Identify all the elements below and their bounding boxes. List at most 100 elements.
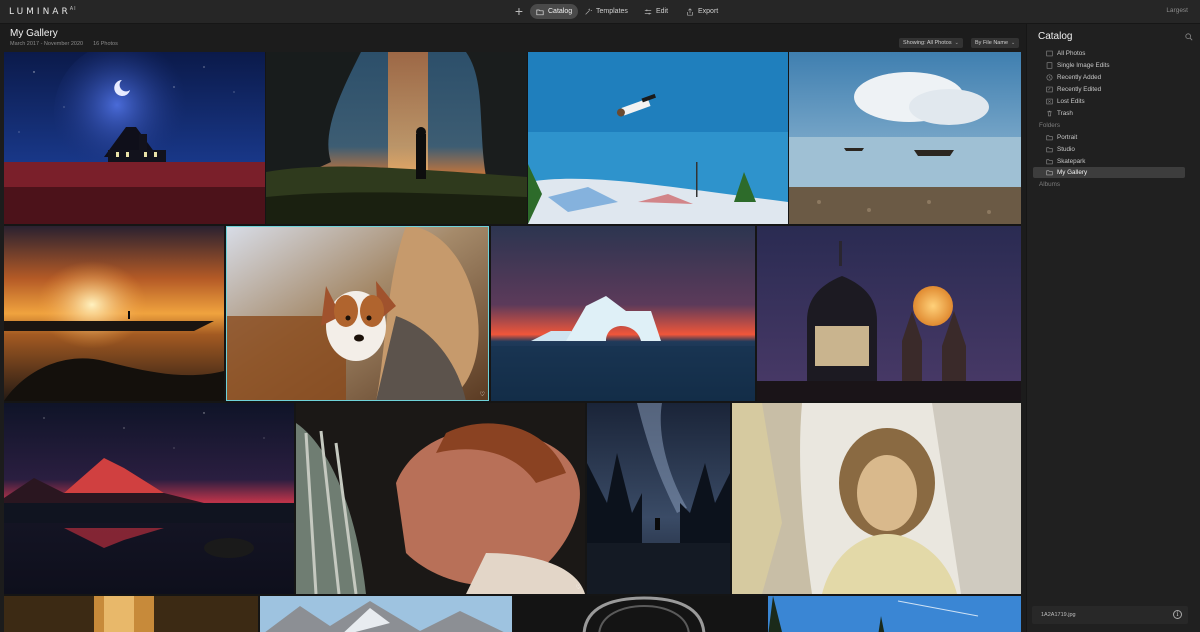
photo-grid: ♡ ♡	[4, 52, 1021, 632]
photo-boats-lake[interactable]	[789, 52, 1021, 224]
waterfall-image	[266, 52, 527, 224]
woman-shadow-image	[732, 403, 1021, 594]
trash-icon	[1047, 110, 1052, 117]
sidebar-item-label: Lost Edits	[1057, 98, 1085, 105]
sunset-shore-image	[4, 226, 224, 401]
folder-icon	[1046, 147, 1053, 153]
sidebar-item-recently-added[interactable]: Recently Added	[1033, 72, 1185, 83]
tab-edit-label: Edit	[656, 8, 669, 15]
sidebar-item-label: Studio	[1057, 146, 1075, 153]
favorite-heart-icon[interactable]: ♡	[576, 584, 581, 591]
tab-templates-label: Templates	[596, 8, 628, 15]
milky-way-image	[587, 403, 730, 594]
boats-image	[789, 52, 1021, 224]
photo-cathedral-moon[interactable]	[757, 226, 1021, 401]
cathedral-moon-image	[757, 226, 1021, 401]
sort-label: By File Name	[975, 40, 1009, 46]
photo-skate-jump[interactable]	[528, 52, 788, 224]
tab-edit[interactable]: Edit	[638, 4, 674, 19]
logo-text: LUMINAR	[9, 7, 71, 17]
magic-wand-icon	[585, 8, 592, 15]
catalog-sidebar: Catalog All Photos Single Image Edits Re…	[1026, 24, 1200, 632]
mountain-reflection-image	[4, 403, 294, 594]
sidebar-item-folder-my-gallery[interactable]: My Gallery	[1033, 167, 1185, 178]
sidebar-title: Catalog	[1038, 31, 1073, 42]
share-icon	[687, 7, 693, 16]
photo-alpine-peaks[interactable]	[260, 596, 512, 632]
sidebar-item-label: Single Image Edits	[1057, 62, 1110, 69]
favorite-heart-icon[interactable]: ♡	[480, 391, 485, 398]
photo-bw-arch[interactable]	[514, 596, 766, 632]
gallery-meta: March 2017 - November 2020 16 Photos	[10, 41, 118, 47]
sliders-icon	[644, 9, 652, 14]
sidebar-item-label: Trash	[1057, 110, 1073, 117]
sidebar-item-label: Portrait	[1057, 134, 1078, 141]
tab-export-label: Export	[698, 8, 719, 15]
showing-filter-label: Showing: All Photos	[903, 40, 952, 46]
date-range: March 2017 - November 2020	[10, 41, 84, 47]
sidebar-item-recently-edited[interactable]: Recently Edited	[1033, 84, 1185, 95]
iceberg-image	[491, 226, 755, 401]
photo-man-portrait[interactable]: ♡	[296, 403, 585, 594]
thumbnail-size-select[interactable]: Largest	[1166, 7, 1188, 14]
sort-dropdown[interactable]: By File Name ⌄	[971, 38, 1020, 48]
warm-interior-image	[4, 596, 258, 632]
photo-blue-sky-trees[interactable]	[768, 596, 1021, 632]
blue-sky-image	[768, 596, 1021, 632]
photo-waterfall-cave[interactable]	[266, 52, 527, 224]
sidebar-item-label: All Photos	[1057, 50, 1086, 57]
tab-templates[interactable]: Templates	[578, 4, 634, 19]
folder-icon	[536, 9, 544, 15]
lost-edits-icon	[1046, 98, 1053, 105]
bw-arch-image	[514, 596, 766, 632]
showing-filter-dropdown[interactable]: Showing: All Photos ⌄	[899, 38, 963, 48]
sidebar-item-folder-portrait[interactable]: Portrait	[1033, 132, 1185, 143]
sidebar-item-label: My Gallery	[1057, 169, 1088, 176]
folder-icon	[1046, 170, 1053, 176]
logo-suffix: AI	[69, 6, 77, 12]
page-title: My Gallery	[10, 28, 58, 39]
photo-woman-with-dog[interactable]: ♡	[226, 226, 489, 401]
alpine-image	[260, 596, 512, 632]
man-portrait-image	[296, 403, 585, 594]
photo-woman-shadow[interactable]	[732, 403, 1021, 594]
info-icon[interactable]: i	[1173, 610, 1182, 619]
photo-iceberg-arch[interactable]	[491, 226, 755, 401]
file-info-bar: 1A2A1719.jpg i	[1032, 606, 1188, 624]
albums-section-label[interactable]: Albums	[1039, 181, 1060, 188]
app-logo: LUMINARAI	[9, 6, 77, 17]
church-night-image	[4, 52, 265, 224]
clock-icon	[1046, 74, 1053, 81]
skatepark-image	[528, 52, 788, 224]
sidebar-item-single-image-edits[interactable]: Single Image Edits	[1033, 60, 1185, 71]
photo-sunset-shore[interactable]	[4, 226, 224, 401]
photo-church-night[interactable]	[4, 52, 265, 224]
tab-catalog-label: Catalog	[548, 8, 573, 15]
chevron-down-icon: ⌄	[954, 40, 959, 46]
folder-icon	[1046, 135, 1053, 141]
selected-file-name: 1A2A1719.jpg	[1041, 612, 1076, 618]
folders-section-label[interactable]: Folders	[1039, 122, 1060, 129]
photo-count: 16 Photos	[93, 41, 118, 47]
sidebar-item-all-photos[interactable]: All Photos	[1033, 48, 1185, 59]
dog-portrait-image	[226, 226, 489, 401]
search-icon[interactable]	[1185, 33, 1193, 41]
sidebar-item-label: Skatepark	[1057, 158, 1086, 165]
sidebar-item-lost-edits[interactable]: Lost Edits	[1033, 96, 1185, 107]
photo-warm-interior[interactable]	[4, 596, 258, 632]
tab-catalog[interactable]: Catalog	[530, 4, 579, 19]
sidebar-item-trash[interactable]: Trash	[1033, 108, 1185, 119]
edit-history-icon	[1046, 86, 1053, 93]
photo-mountain-reflection[interactable]	[4, 403, 294, 594]
photo-milky-way-forest[interactable]	[587, 403, 730, 594]
single-image-icon	[1046, 62, 1053, 69]
sidebar-item-folder-skatepark[interactable]: Skatepark	[1033, 156, 1185, 167]
folder-icon	[1046, 159, 1053, 165]
gallery-header: My Gallery March 2017 - November 2020 16…	[0, 24, 1024, 52]
sidebar-item-folder-studio[interactable]: Studio	[1033, 144, 1185, 155]
top-bar: LUMINARAI + Catalog Templates Edit Expor…	[0, 0, 1200, 24]
tab-export[interactable]: Export	[680, 4, 724, 19]
add-photos-button[interactable]: +	[512, 4, 526, 18]
photos-icon	[1046, 50, 1053, 57]
chevron-down-icon: ⌄	[1011, 40, 1016, 46]
